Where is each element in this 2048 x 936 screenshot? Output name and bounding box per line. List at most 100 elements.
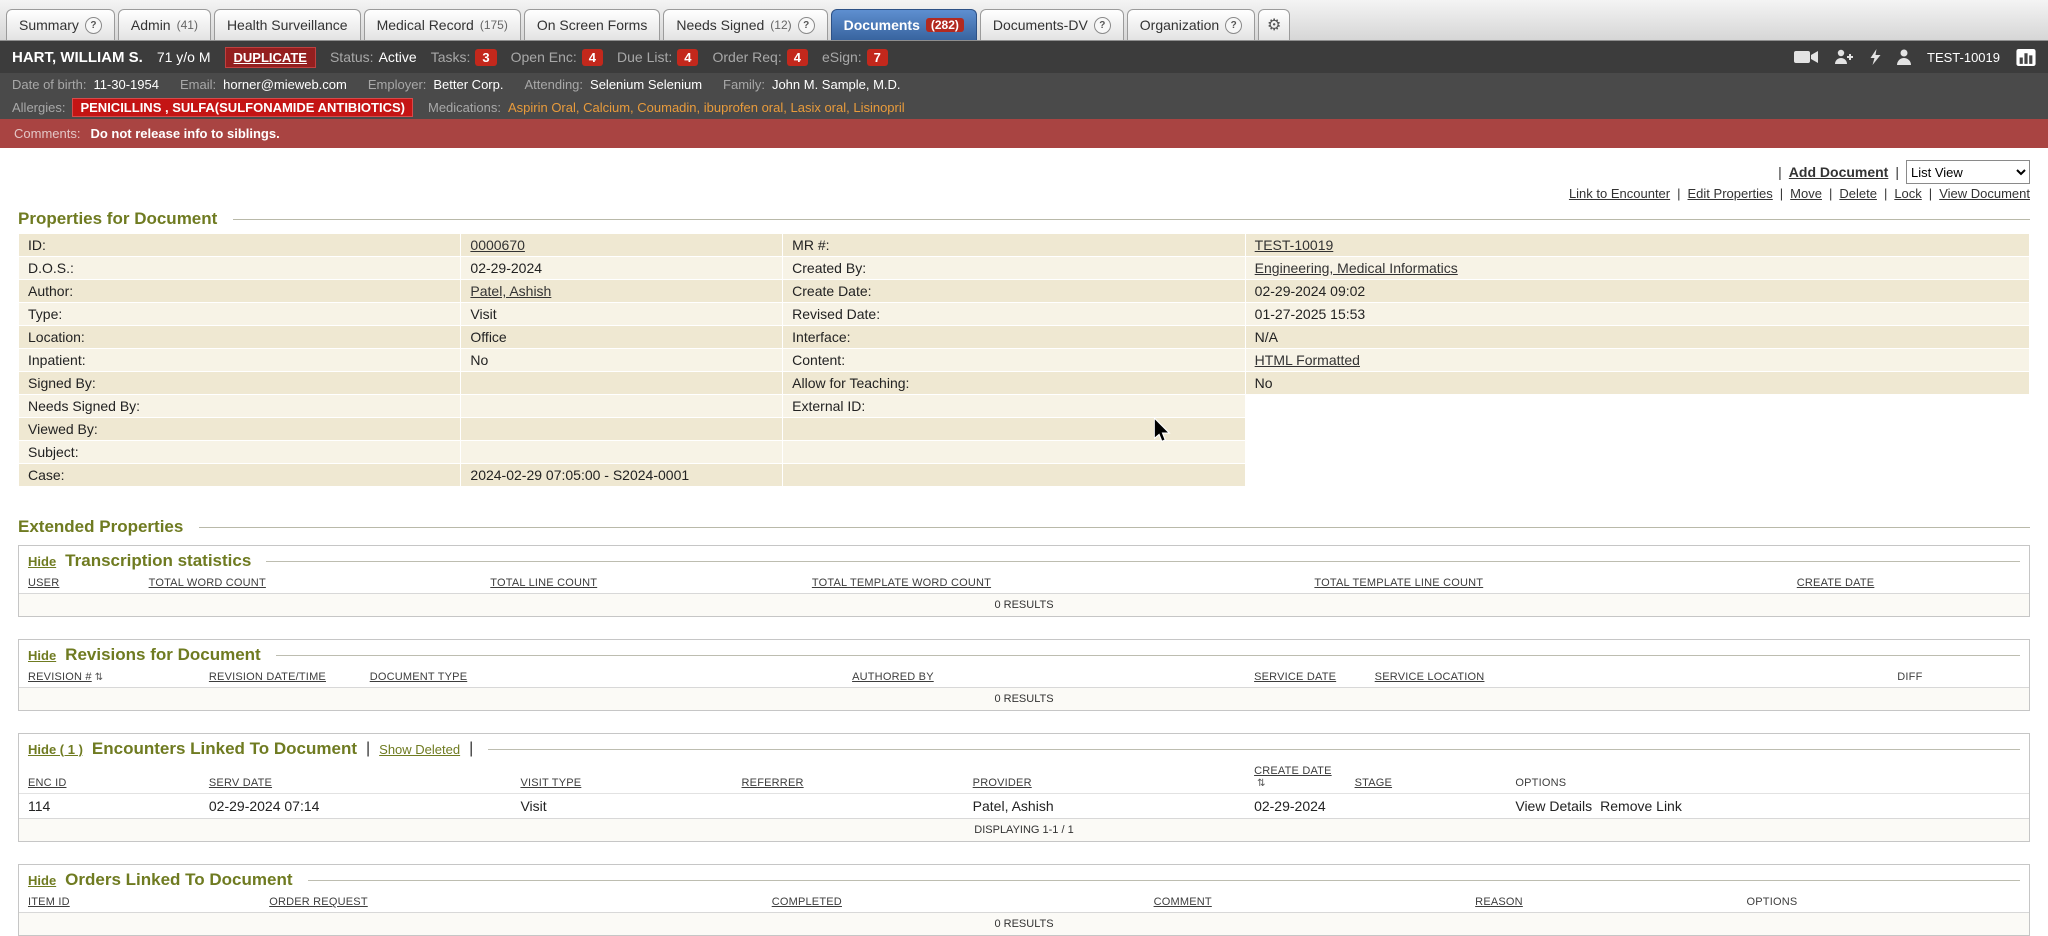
tab-label: Summary xyxy=(19,17,79,33)
view-details-link[interactable]: View Details xyxy=(1515,798,1592,814)
column-header[interactable]: USER xyxy=(19,574,140,594)
column-header[interactable]: STAGE xyxy=(1346,762,1507,794)
prop-value: 2024-02-29 07:05:00 - S2024-0001 xyxy=(461,464,783,487)
delete-link[interactable]: Delete xyxy=(1839,186,1877,201)
help-icon[interactable]: ? xyxy=(1225,17,1242,34)
tab-label: Documents-DV xyxy=(993,17,1088,33)
column-header[interactable]: REASON xyxy=(1466,893,1737,913)
allergies-value[interactable]: PENICILLINS , SULFA(SULFONAMIDE ANTIBIOT… xyxy=(72,98,413,117)
section-title: Properties for Document xyxy=(18,209,217,229)
tab-organization[interactable]: Organization ? xyxy=(1127,9,1255,40)
section-title: Orders Linked To Document xyxy=(65,870,292,890)
column-header[interactable]: REVISION DATE/TIME xyxy=(200,668,361,688)
referrer-cell xyxy=(733,794,964,819)
tab-summary[interactable]: Summary ? xyxy=(6,9,115,40)
user-icon[interactable] xyxy=(1897,49,1911,65)
due-list-badge[interactable]: 4 xyxy=(677,49,698,66)
edit-properties-link[interactable]: Edit Properties xyxy=(1688,186,1773,201)
author-link[interactable]: Patel, Ashish xyxy=(470,283,551,299)
prop-label: Case: xyxy=(19,464,461,487)
medications-list[interactable]: Aspirin Oral, Calcium, Coumadin, ibuprof… xyxy=(508,100,905,115)
column-header[interactable]: COMPLETED xyxy=(763,893,1145,913)
column-header[interactable]: REFERRER xyxy=(733,762,964,794)
tasks-badge[interactable]: 3 xyxy=(475,49,496,66)
order-req-badge[interactable]: 4 xyxy=(787,49,808,66)
help-icon[interactable]: ? xyxy=(798,17,815,34)
prop-label: Create Date: xyxy=(783,280,1246,303)
tab-admin[interactable]: Admin (41) xyxy=(118,9,211,40)
prop-value: Engineering, Medical Informatics xyxy=(1245,257,2029,280)
hide-orders-link[interactable]: Hide xyxy=(28,873,56,888)
column-header[interactable]: SERVICE LOCATION xyxy=(1366,668,1889,688)
move-link[interactable]: Move xyxy=(1790,186,1822,201)
tab-health-surveillance[interactable]: Health Surveillance xyxy=(214,9,361,40)
help-icon[interactable]: ? xyxy=(85,17,102,34)
lightning-icon[interactable] xyxy=(1870,49,1881,65)
column-header[interactable]: CREATE DATE xyxy=(1788,574,2029,594)
column-header[interactable]: TOTAL TEMPLATE LINE COUNT xyxy=(1305,574,1787,594)
column-header[interactable]: TOTAL LINE COUNT xyxy=(481,574,803,594)
column-header: DIFF xyxy=(1888,668,2029,688)
column-header[interactable]: PROVIDER xyxy=(964,762,1245,794)
revisions-section: Hide Revisions for Document REVISION #⇅ … xyxy=(18,639,2030,711)
duplicate-flag[interactable]: DUPLICATE xyxy=(225,47,316,68)
visit-type-cell: Visit xyxy=(511,794,732,819)
column-header[interactable]: ENC ID xyxy=(19,762,200,794)
column-header[interactable]: TOTAL WORD COUNT xyxy=(140,574,482,594)
sort-icon[interactable]: ⇅ xyxy=(1257,778,1265,789)
column-header[interactable]: VISIT TYPE xyxy=(511,762,732,794)
tab-documents-dv[interactable]: Documents-DV ? xyxy=(980,9,1124,40)
dob-value: 11-30-1954 xyxy=(93,77,159,92)
prop-label: Inpatient: xyxy=(19,349,461,372)
prop-label: Viewed By: xyxy=(19,418,461,441)
column-header[interactable]: SERVICE DATE xyxy=(1245,668,1366,688)
email-label: Email: xyxy=(180,77,216,92)
tab-on-screen-forms[interactable]: On Screen Forms xyxy=(524,9,660,40)
family-label: Family: xyxy=(723,77,765,92)
stage-cell xyxy=(1346,794,1507,819)
video-camera-icon[interactable] xyxy=(1794,49,1818,65)
prop-label: Created By: xyxy=(783,257,1246,280)
tab-documents[interactable]: Documents (282) xyxy=(831,9,977,40)
show-deleted-link[interactable]: Show Deleted xyxy=(379,742,460,757)
hide-encounters-link[interactable]: Hide ( 1 ) xyxy=(28,742,83,757)
column-header[interactable]: ORDER REQUEST xyxy=(260,893,763,913)
view-document-link[interactable]: View Document xyxy=(1939,186,2030,201)
prop-label: Revised Date: xyxy=(783,303,1246,326)
prop-value xyxy=(1245,464,2029,487)
mr-number-link[interactable]: TEST-10019 xyxy=(1255,237,1334,253)
encounters-table: ENC ID SERV DATE VISIT TYPE REFERRER PRO… xyxy=(19,762,2029,841)
link-to-encounter-link[interactable]: Link to Encounter xyxy=(1569,186,1670,201)
remove-link-link[interactable]: Remove Link xyxy=(1600,798,1682,814)
view-mode-select[interactable]: List View xyxy=(1906,160,2030,184)
chart-icon[interactable] xyxy=(2016,49,2036,66)
hide-revisions-link[interactable]: Hide xyxy=(28,648,56,663)
hide-transcription-link[interactable]: Hide xyxy=(28,554,56,569)
column-header[interactable]: SERV DATE xyxy=(200,762,512,794)
tab-needs-signed[interactable]: Needs Signed (12) ? xyxy=(663,9,827,40)
column-header[interactable]: DOCUMENT TYPE xyxy=(361,668,843,688)
column-header[interactable]: CREATE DATE⇅ xyxy=(1245,762,1346,794)
add-document-link[interactable]: Add Document xyxy=(1789,164,1889,180)
esign-badge[interactable]: 7 xyxy=(867,49,888,66)
content-format-link[interactable]: HTML Formatted xyxy=(1255,352,1360,368)
table-row: Location: Office Interface: N/A xyxy=(19,326,2030,349)
document-id-link[interactable]: 0000670 xyxy=(470,237,525,253)
column-header[interactable]: AUTHORED BY xyxy=(843,668,1245,688)
column-header[interactable]: TOTAL TEMPLATE WORD COUNT xyxy=(803,574,1306,594)
column-header[interactable]: ITEM ID xyxy=(19,893,260,913)
column-header[interactable]: COMMENT xyxy=(1145,893,1467,913)
sort-icon[interactable]: ⇅ xyxy=(95,672,103,683)
patient-name: HART, WILLIAM S. xyxy=(12,49,143,66)
tab-medical-record[interactable]: Medical Record (175) xyxy=(364,9,521,40)
created-by-link[interactable]: Engineering, Medical Informatics xyxy=(1255,260,1458,276)
lock-link[interactable]: Lock xyxy=(1894,186,1921,201)
help-icon[interactable]: ? xyxy=(1094,17,1111,34)
prop-value xyxy=(461,372,783,395)
open-enc-badge[interactable]: 4 xyxy=(582,49,603,66)
column-header[interactable]: REVISION #⇅ xyxy=(19,668,200,688)
user-id: TEST-10019 xyxy=(1927,50,2000,65)
settings-icon[interactable]: ⚙ xyxy=(1258,9,1290,40)
prop-value: TEST-10019 xyxy=(1245,234,2029,257)
add-user-icon[interactable] xyxy=(1834,49,1854,65)
